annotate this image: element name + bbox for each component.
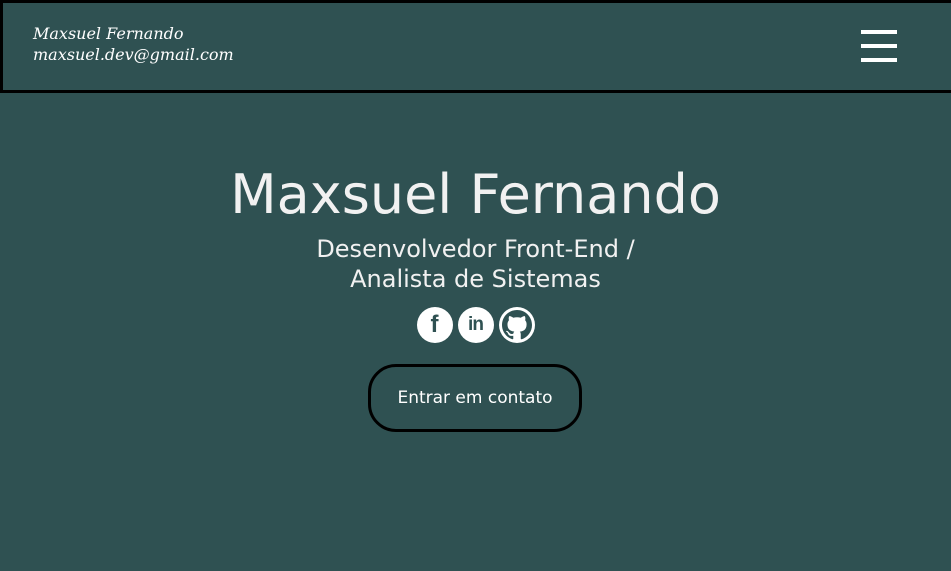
hero-subtitle: Desenvolvedor Front-End / Analista de Si… <box>0 234 951 294</box>
facebook-icon[interactable]: f <box>416 307 453 343</box>
social-links: f in <box>0 307 951 343</box>
site-header: Maxsuel Fernando maxsuel.dev@gmail.com <box>0 0 951 93</box>
brand: Maxsuel Fernando maxsuel.dev@gmail.com <box>33 23 234 65</box>
hamburger-menu-icon[interactable] <box>861 29 897 63</box>
brand-email[interactable]: maxsuel.dev@gmail.com <box>33 44 234 65</box>
hero-title: Maxsuel Fernando <box>230 163 721 226</box>
subtitle-line-1: Desenvolvedor Front-End / <box>316 235 635 263</box>
facebook-glyph: f <box>430 311 439 338</box>
linkedin-glyph: in <box>468 314 484 335</box>
contact-button[interactable]: Entrar em contato <box>368 364 582 432</box>
menu-bar <box>861 58 897 62</box>
github-icon[interactable] <box>498 307 535 343</box>
menu-bar <box>861 44 897 48</box>
github-glyph <box>501 310 532 340</box>
linkedin-icon[interactable]: in <box>457 307 494 343</box>
subtitle-line-2: Analista de Sistemas <box>350 265 601 293</box>
brand-name: Maxsuel Fernando <box>33 24 184 43</box>
menu-bar <box>861 30 897 34</box>
